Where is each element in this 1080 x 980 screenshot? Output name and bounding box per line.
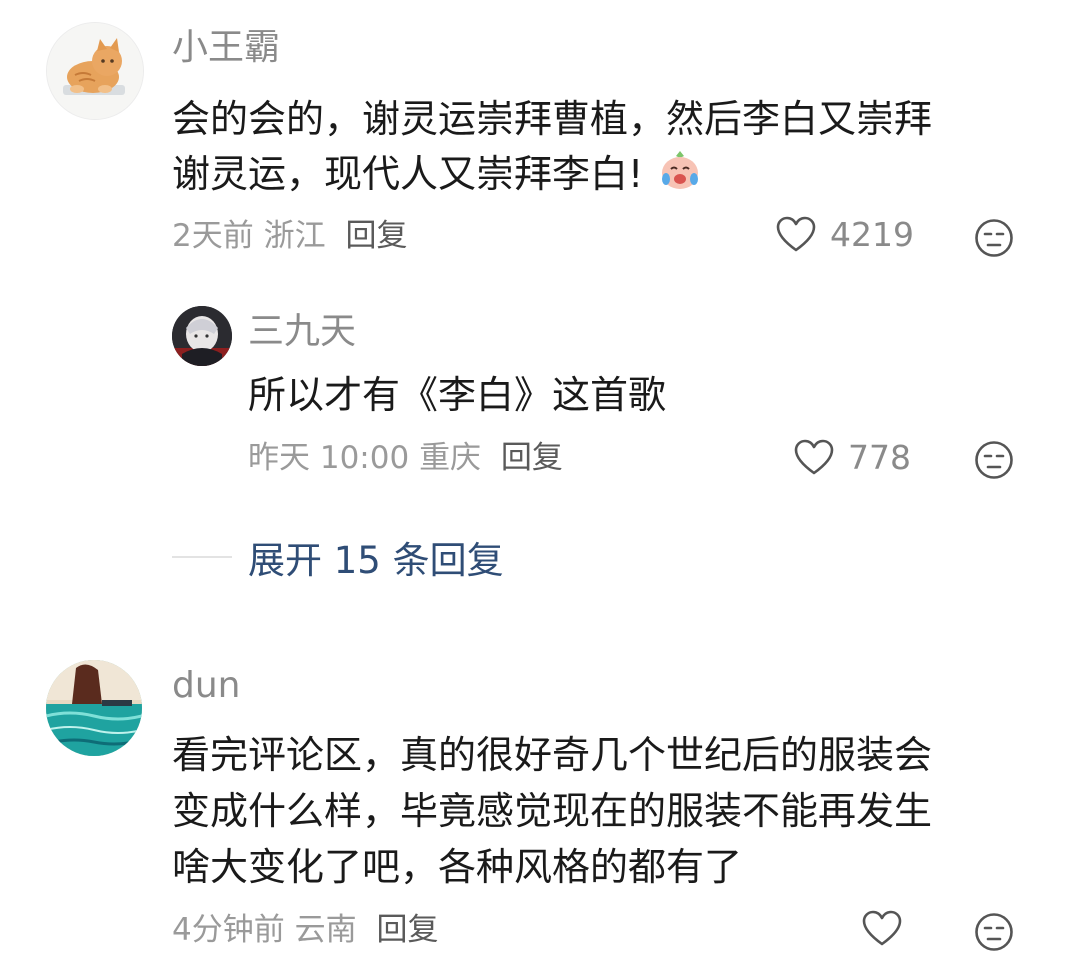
comment-text-line2: 谢灵运，现代人又崇拜李白! (172, 147, 703, 207)
expand-replies-button[interactable]: 展开 15 条回复 (172, 530, 504, 584)
comment-meta: 4分钟前 云南 回复 (172, 912, 438, 948)
anime-character-avatar-icon (172, 306, 232, 366)
neutral-face-icon (975, 219, 1013, 257)
comment-time: 2天前 (172, 218, 254, 254)
comment-meta: 2天前 浙江 回复 (172, 218, 407, 254)
reply-button[interactable]: 回复 (501, 440, 563, 476)
comment-username[interactable]: 小王霸 (172, 28, 280, 68)
cat-avatar-icon (47, 23, 143, 119)
seascape-avatar-icon (46, 660, 142, 756)
comment-location: 云南 (294, 912, 357, 948)
expand-replies-label[interactable]: 展开 15 条回复 (248, 530, 504, 584)
reply-time: 昨天 10:00 (248, 440, 410, 476)
reply-meta: 昨天 10:00 重庆 回复 (248, 440, 563, 476)
heart-icon (862, 910, 902, 946)
comment-text-part: 谢灵运，现代人又崇拜李白! (172, 152, 644, 196)
heart-icon (776, 216, 816, 251)
avatar[interactable] (172, 306, 232, 366)
like-button[interactable] (862, 910, 902, 948)
like-button[interactable]: 778 (794, 438, 911, 477)
avatar[interactable] (46, 22, 144, 120)
dislike-button[interactable] (974, 218, 1014, 258)
reply-button[interactable]: 回复 (376, 912, 438, 948)
like-count: 778 (848, 438, 911, 477)
reply-button[interactable]: 回复 (345, 218, 407, 254)
reply-username[interactable]: 三九天 (248, 312, 356, 352)
crying-laughing-emoji-icon (657, 147, 703, 207)
heart-icon (794, 439, 834, 474)
reply-text: 所以才有《李白》这首歌 (248, 373, 667, 417)
like-count: 4219 (830, 215, 914, 254)
like-button[interactable]: 4219 (776, 215, 914, 254)
comment-text-line2: 变成什么样，毕竟感觉现在的服装不能再发生 (172, 789, 933, 833)
divider (172, 556, 232, 558)
reply-location: 重庆 (419, 440, 482, 476)
avatar[interactable] (46, 660, 142, 756)
comment-username[interactable]: dun (172, 666, 240, 706)
comment-text-line3: 啥大变化了吧，各种风格的都有了 (172, 845, 743, 889)
comment-time: 4分钟前 (172, 912, 285, 948)
comment-text: 会的会的，谢灵运崇拜曹植，然后李白又崇拜 (172, 97, 933, 141)
comment-location: 浙江 (263, 218, 326, 254)
neutral-face-icon (975, 441, 1013, 479)
comment-text: 看完评论区，真的很好奇几个世纪后的服装会 (172, 733, 933, 777)
neutral-face-icon (975, 913, 1013, 951)
dislike-button[interactable] (974, 440, 1014, 480)
dislike-button[interactable] (974, 912, 1014, 952)
